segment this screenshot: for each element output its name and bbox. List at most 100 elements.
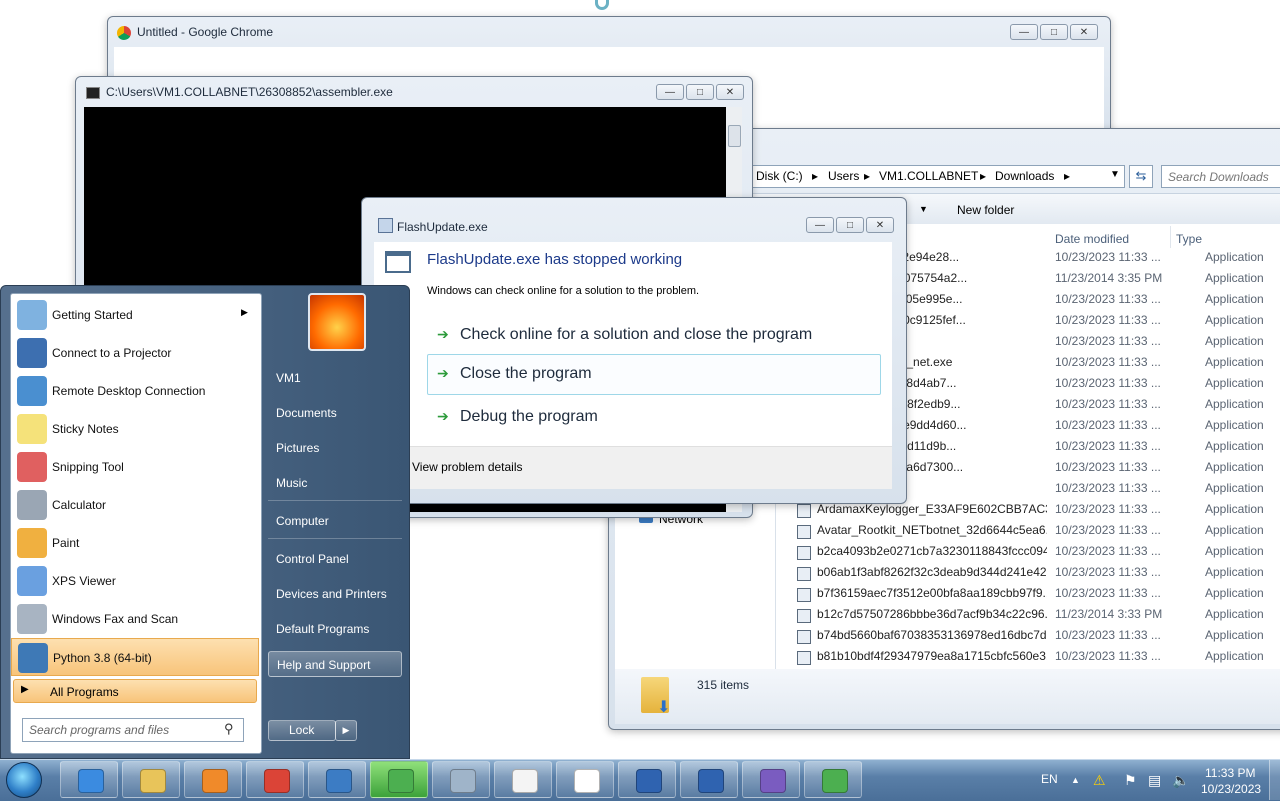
program-item-connect-projector[interactable]: Connect to a Projector (11, 334, 259, 372)
file-row[interactable]: b2ca4093b2e0271cb7a3230118843fccc094... 1… (777, 544, 1280, 565)
close-program-option[interactable]: ➔ Close the program (427, 354, 881, 395)
maximize-button[interactable]: □ (1040, 24, 1068, 40)
lock-button[interactable]: Lock (268, 720, 336, 741)
file-date: 10/23/2023 11:33 ... (1055, 649, 1161, 663)
program-item-paint[interactable]: Paint (11, 524, 259, 562)
taskbar-button[interactable] (60, 761, 118, 798)
minimize-button[interactable]: — (656, 84, 684, 100)
start-orb-icon[interactable] (6, 762, 42, 798)
breadcrumb-downloads[interactable]: Downloads (995, 169, 1054, 183)
file-row[interactable]: b81b10bdf4f29347979ea8a1715cbfc560e3... 1… (777, 649, 1280, 668)
maximize-button[interactable]: □ (836, 217, 864, 233)
check-online-option[interactable]: ➔ Check online for a solution and close … (427, 317, 881, 353)
taskbar-button[interactable] (246, 761, 304, 798)
dialog-footer: View problem details (374, 446, 892, 489)
close-button[interactable]: ✕ (716, 84, 744, 100)
error-dialog[interactable]: FlashUpdate.exe — □ ✕ FlashUpdate.exe has … (361, 197, 907, 504)
network-tray-icon[interactable]: ▤ (1148, 772, 1161, 789)
taskbar-button[interactable] (556, 761, 614, 798)
tray-expand-icon[interactable]: ▲ (1071, 775, 1080, 785)
column-type[interactable]: Type (1176, 232, 1202, 246)
close-button[interactable]: ✕ (866, 217, 894, 233)
breadcrumb-disk[interactable]: l Disk (C:) (750, 169, 803, 183)
file-row[interactable]: ArdamaxKeylogger_E33AF9E602CBB7AC3... 10/… (777, 502, 1280, 523)
program-item-python[interactable]: Python 3.8 (64-bit) (11, 638, 259, 676)
taskbar-button[interactable] (432, 761, 490, 798)
program-item-remote-desktop[interactable]: Remote Desktop Connection (11, 372, 259, 410)
file-row[interactable]: b74bd5660baf67038353136978ed16dbc7d... 10… (777, 628, 1280, 649)
clock-date[interactable]: 10/23/2023 (1201, 782, 1261, 796)
chevron-right-icon: ▸ (980, 169, 987, 183)
start-link-music[interactable]: Music (268, 470, 402, 496)
taskbar-button[interactable] (804, 761, 862, 798)
taskbar-button[interactable] (184, 761, 242, 798)
console-titlebar[interactable]: C:\Users\VM1.COLLABNET\26308852\assemble… (76, 77, 752, 107)
clock-time[interactable]: 11:33 PM (1205, 766, 1255, 780)
chevron-down-icon[interactable]: ▼ (1110, 169, 1120, 180)
start-link-computer[interactable]: Computer (268, 508, 402, 534)
start-search-input[interactable]: Search programs and files ⚲ (22, 718, 244, 742)
start-link-default-programs[interactable]: Default Programs (268, 616, 402, 642)
taskbar-button[interactable] (494, 761, 552, 798)
program-label: XPS Viewer (52, 574, 116, 588)
taskbar-button[interactable] (742, 761, 800, 798)
taskbar-button[interactable] (618, 761, 676, 798)
view-details-link[interactable]: View problem details (412, 460, 523, 474)
chrome-titlebar[interactable]: Untitled - Google Chrome — □ ✕ (108, 17, 1110, 47)
search-icon: ⚲ (224, 721, 234, 736)
start-link-pictures[interactable]: Pictures (268, 435, 402, 461)
program-item-sticky-notes[interactable]: Sticky Notes (11, 410, 259, 448)
program-item-snipping-tool[interactable]: Snipping Tool (11, 448, 259, 486)
taskbar-button[interactable] (680, 761, 738, 798)
new-folder-button[interactable]: New folder (957, 203, 1014, 217)
shutdown-options-button[interactable]: ▶ (335, 720, 357, 741)
taskbar-button[interactable] (122, 761, 180, 798)
scroll-thumb[interactable] (728, 125, 741, 147)
file-date: 10/23/2023 11:33 ... (1055, 334, 1161, 348)
file-type: Application (1205, 376, 1264, 390)
file-row[interactable]: b12c7d57507286bbbe36d7acf9b34c22c96... 11… (777, 607, 1280, 628)
dialog-heading: FlashUpdate.exe has stopped working (427, 251, 683, 268)
minimize-button[interactable]: — (1010, 24, 1038, 40)
chevron-right-icon: ▸ (864, 169, 871, 183)
file-row[interactable]: b06ab1f3abf8262f32c3deab9d344d241e42... 1… (777, 565, 1280, 586)
search-input[interactable]: Search Downloads (1161, 165, 1280, 188)
speaker-icon[interactable]: 🔈 (1172, 772, 1189, 789)
all-programs-label: All Programs (50, 685, 119, 699)
minimize-button[interactable]: — (806, 217, 834, 233)
start-link-label: Control Panel (276, 552, 349, 566)
start-link-control-panel[interactable]: Control Panel (268, 546, 402, 572)
address-bar[interactable]: l Disk (C:) ▸ Users ▸ VM1.COLLABNET ▸ Do… (747, 165, 1125, 188)
user-picture[interactable] (308, 293, 366, 351)
start-link-documents[interactable]: Documents (268, 400, 402, 426)
show-desktop-button[interactable] (1269, 760, 1280, 800)
chrome-title: Untitled - Google Chrome (137, 25, 274, 39)
column-date-modified[interactable]: Date modified (1055, 232, 1129, 246)
start-link-user[interactable]: VM1 (268, 365, 402, 391)
close-button[interactable]: ✕ (1070, 24, 1098, 40)
program-item-calculator[interactable]: Calculator (11, 486, 259, 524)
program-item-fax-scan[interactable]: Windows Fax and Scan (11, 600, 259, 638)
language-indicator[interactable]: EN (1041, 772, 1058, 786)
all-programs-button[interactable]: ▶ All Programs (13, 679, 257, 703)
breadcrumb-user[interactable]: VM1.COLLABNET (879, 169, 978, 183)
refresh-button[interactable]: ⇆ (1129, 165, 1153, 188)
file-type: Application (1205, 586, 1264, 600)
start-link-devices-printers[interactable]: Devices and Printers (268, 581, 402, 607)
debug-option[interactable]: ➔ Debug the program (427, 399, 881, 435)
taskbar-button[interactable] (370, 761, 428, 798)
file-row[interactable]: Avatar_Rootkit_NETbotnet_32d6644c5ea6...… (777, 523, 1280, 544)
start-link-help-support[interactable]: Help and Support (268, 651, 402, 677)
program-item-xps-viewer[interactable]: XPS Viewer (11, 562, 259, 600)
program-label: Python 3.8 (64-bit) (53, 651, 152, 665)
dialog-titlebar[interactable]: FlashUpdate.exe — □ ✕ (362, 198, 906, 234)
program-item-getting-started[interactable]: Getting Started ▶ (11, 296, 259, 334)
flag-icon[interactable]: ⚑ (1124, 772, 1137, 789)
taskbar-button[interactable] (308, 761, 366, 798)
maximize-button[interactable]: □ (686, 84, 714, 100)
breadcrumb-users[interactable]: Users (828, 169, 859, 183)
warning-icon[interactable]: ⚠ (1093, 772, 1106, 789)
remote-icon (326, 769, 352, 793)
file-date: 10/23/2023 11:33 ... (1055, 439, 1161, 453)
file-row[interactable]: b7f36159aec7f3512e00bfa8aa189cbb97f9... 1… (777, 586, 1280, 607)
